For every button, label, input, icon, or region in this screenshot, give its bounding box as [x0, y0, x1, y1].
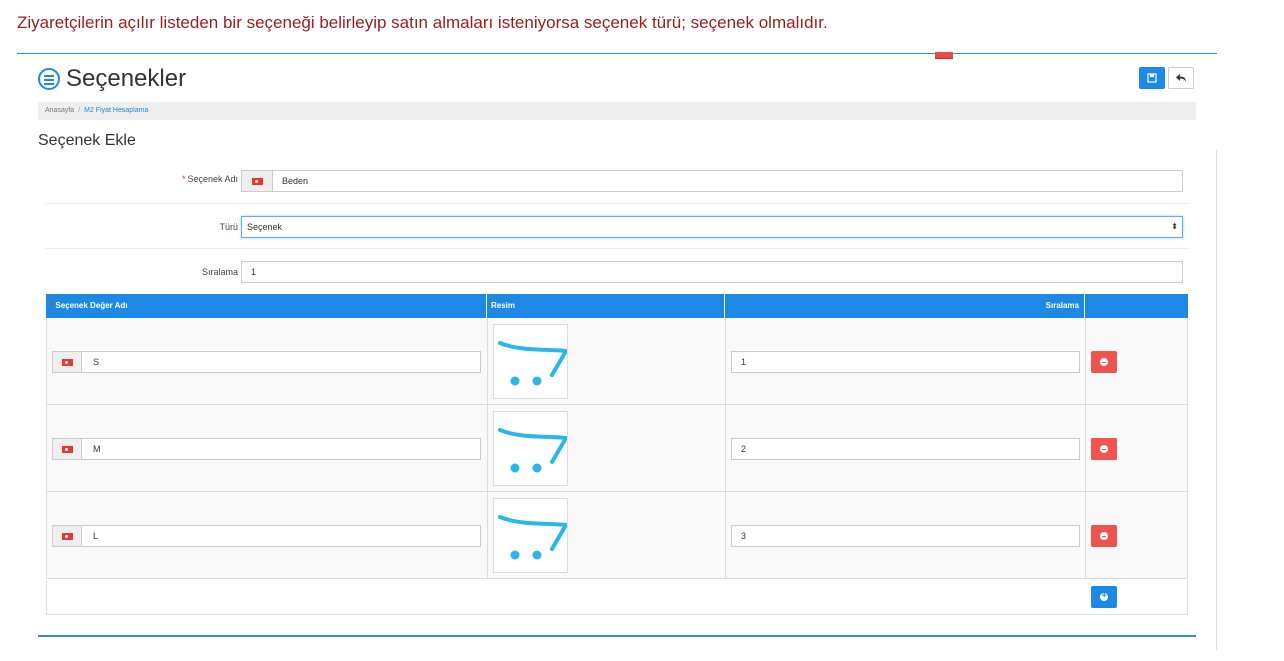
option-name-field[interactable]: Beden: [241, 170, 1183, 192]
breadcrumb-separator: /: [78, 107, 81, 114]
remove-row-button[interactable]: [1091, 351, 1117, 373]
header-image: Resim: [487, 294, 725, 318]
reply-arrow-icon: [1175, 74, 1186, 82]
values-table-header: * Seçenek Değer Adı Resim Sıralama: [46, 294, 1188, 318]
language-addon: [53, 526, 82, 546]
page-header: Seçenekler: [38, 65, 186, 93]
value-sort-input[interactable]: 3: [731, 525, 1080, 547]
page-title: Seçenekler: [66, 65, 187, 92]
option-name-label: * Seçenek Adı: [181, 174, 238, 184]
table-row: S 1: [46, 318, 1188, 405]
option-type-select[interactable]: Seçenek ⬍: [241, 216, 1183, 238]
cart-icon: [498, 341, 570, 386]
options-panel: Seçenekler Anasayfa / M2 Fiyat Hesaplama S…: [38, 58, 1196, 637]
breadcrumb-home[interactable]: Anasayfa: [45, 107, 74, 114]
value-sort-input[interactable]: 2: [731, 438, 1080, 460]
cart-icon: [498, 515, 570, 560]
table-row: L 3: [46, 492, 1188, 579]
add-row-button[interactable]: [1091, 586, 1117, 608]
header-value-name: * Seçenek Değer Adı: [46, 294, 487, 318]
turkey-flag-icon: [61, 358, 73, 366]
right-divider: [1216, 150, 1217, 650]
plus-circle-icon: [1100, 590, 1108, 601]
page-caption: Ziyaretçilerin açılır listeden bir seçen…: [17, 13, 828, 32]
header-sort: Sıralama: [725, 294, 1085, 318]
save-button[interactable]: [1139, 67, 1165, 89]
language-addon: [53, 439, 82, 459]
option-type-label: Türü: [219, 222, 238, 232]
table-row: M 2: [46, 405, 1188, 492]
minus-circle-icon: [1100, 358, 1108, 366]
breadcrumb: Anasayfa / M2 Fiyat Hesaplama: [38, 102, 1196, 120]
cart-placeholder-image[interactable]: [493, 498, 570, 573]
remove-row-button[interactable]: [1091, 525, 1117, 547]
section-title: Seçenek Ekle: [38, 132, 136, 149]
back-button[interactable]: [1168, 67, 1194, 89]
value-sort-input[interactable]: 1: [731, 351, 1080, 373]
value-name-input[interactable]: S: [52, 351, 481, 373]
turkey-flag-icon: [251, 177, 263, 185]
turkey-flag-icon: [61, 445, 73, 453]
value-name-input[interactable]: M: [52, 438, 481, 460]
remove-row-button[interactable]: [1091, 438, 1117, 460]
option-type-row: Türü Seçenek ⬍: [45, 203, 1190, 249]
cart-placeholder-image[interactable]: [493, 411, 570, 486]
table-footer: [46, 580, 1188, 615]
value-name-input[interactable]: L: [52, 525, 481, 547]
option-sort-input[interactable]: 1: [241, 261, 1183, 283]
turkey-flag-icon: [61, 532, 73, 540]
language-addon: [53, 352, 82, 372]
language-addon: [242, 171, 273, 191]
minus-circle-icon: [1100, 445, 1108, 453]
save-icon: [1147, 73, 1157, 83]
select-arrows-icon: ⬍: [1171, 222, 1178, 231]
option-sort-row: Sıralama 1: [45, 248, 1190, 294]
cart-icon: [498, 428, 570, 473]
breadcrumb-current[interactable]: M2 Fiyat Hesaplama: [84, 107, 148, 114]
options-list-icon: [38, 68, 60, 90]
minus-circle-icon: [1100, 532, 1108, 540]
option-name-row: * Seçenek Adı Beden: [45, 154, 1190, 199]
cart-placeholder-image[interactable]: [493, 324, 570, 399]
option-sort-label: Sıralama: [201, 267, 238, 277]
